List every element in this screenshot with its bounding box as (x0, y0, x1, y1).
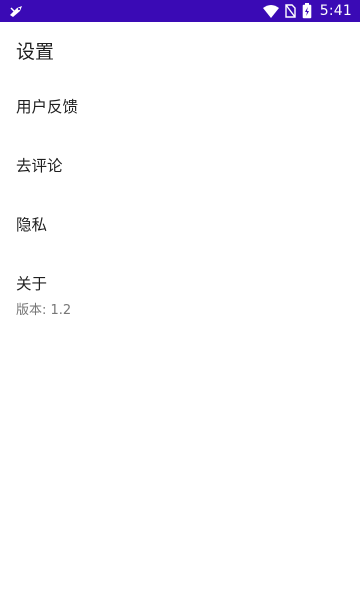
settings-screen: 设置 用户反馈 去评论 隐私 关于 版本: 1.2 (0, 22, 360, 600)
setting-label: 用户反馈 (16, 98, 79, 116)
setting-label: 去评论 (16, 157, 63, 175)
setting-review[interactable]: 去评论 (0, 134, 360, 190)
setting-about[interactable]: 关于 版本: 1.2 (0, 254, 360, 324)
setting-label: 关于 (16, 275, 48, 293)
app-notification-icon (8, 4, 24, 18)
version-text: 版本: 1.2 (16, 303, 72, 318)
status-right: 5:41 (262, 3, 352, 19)
setting-label: 隐私 (16, 216, 48, 234)
status-time: 5:41 (319, 3, 352, 19)
wifi-icon (262, 4, 279, 18)
battery-charging-icon (302, 3, 312, 19)
page-title: 设置 (16, 41, 55, 63)
status-bar: 5:41 (0, 0, 360, 22)
setting-privacy[interactable]: 隐私 (0, 193, 360, 249)
status-left (8, 4, 24, 18)
setting-user-feedback[interactable]: 用户反馈 (0, 76, 360, 132)
no-sim-icon (285, 4, 296, 18)
